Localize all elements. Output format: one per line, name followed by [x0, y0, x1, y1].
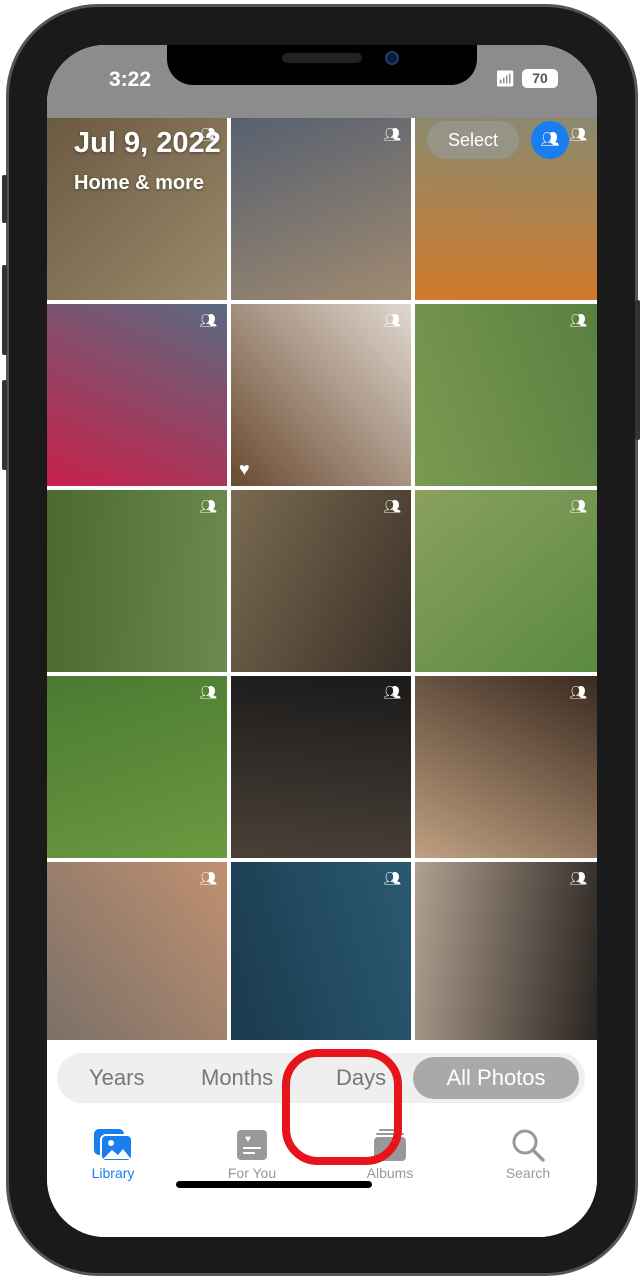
shared-people-icon: 👥︎: [383, 870, 401, 886]
camera-icon: [385, 51, 399, 65]
photo-thumbnail[interactable]: 👥︎: [231, 490, 411, 672]
shared-people-icon: 👥︎: [569, 126, 587, 142]
power-button: [635, 300, 640, 440]
notch: [167, 45, 477, 85]
volume-up-button: [2, 265, 7, 355]
photo-thumbnail[interactable]: 👥︎: [415, 676, 597, 858]
volume-down-button: [2, 380, 7, 470]
tab-search[interactable]: Search: [478, 1125, 578, 1181]
tab-label: Albums: [366, 1165, 414, 1181]
shared-people-icon: 👥︎: [199, 498, 217, 514]
tab-label: Library: [91, 1165, 135, 1181]
shared-people-icon: 👥︎: [199, 870, 217, 886]
shared-people-icon: 👥︎: [199, 684, 217, 700]
tab-label: Search: [505, 1165, 551, 1181]
segment-years[interactable]: Years: [89, 1053, 144, 1103]
home-indicator[interactable]: [176, 1181, 372, 1188]
shared-people-icon: 👥︎: [383, 498, 401, 514]
segment-all-photos[interactable]: All Photos: [413, 1057, 579, 1099]
photo-thumbnail[interactable]: 👥︎: [231, 676, 411, 858]
shared-people-icon: 👥︎: [569, 684, 587, 700]
photo-thumbnail[interactable]: 👥︎ ♥: [231, 304, 411, 486]
photo-thumbnail[interactable]: 👥︎: [415, 304, 597, 486]
date-title: Jul 9, 2022: [74, 127, 221, 159]
photo-library-icon: [63, 1125, 163, 1165]
people-icon: 👥︎: [540, 131, 560, 148]
shared-people-icon: 👥︎: [569, 870, 587, 886]
photo-thumbnail[interactable]: 👥︎: [231, 862, 411, 1044]
photo-thumbnail[interactable]: 👥︎: [47, 304, 227, 486]
photo-thumbnail[interactable]: 👥︎: [47, 676, 227, 858]
battery-icon: 70: [522, 69, 558, 88]
shared-library-button[interactable]: 👥︎: [531, 121, 569, 159]
photo-thumbnail[interactable]: 👥︎: [415, 862, 597, 1044]
shared-people-icon: 👥︎: [569, 498, 587, 514]
shared-people-icon: 👥︎: [199, 312, 217, 328]
svg-text:♥: ♥: [245, 1134, 251, 1145]
location-subtitle: Home & more: [74, 172, 205, 194]
albums-highlight-circle: [282, 1049, 402, 1165]
favorite-heart-icon: ♥: [239, 459, 250, 479]
search-icon: [478, 1125, 578, 1165]
select-button[interactable]: Select: [427, 121, 519, 159]
mute-switch: [2, 175, 7, 223]
photo-thumbnail[interactable]: 👥︎: [47, 862, 227, 1044]
tab-library[interactable]: Library: [63, 1125, 163, 1181]
tab-label: For You: [227, 1165, 277, 1181]
wifi-icon: 📶︎: [495, 71, 516, 88]
shared-people-icon: 👥︎: [383, 312, 401, 328]
shared-people-icon: 👥︎: [383, 684, 401, 700]
shared-people-icon: 👥︎: [383, 126, 401, 142]
shared-people-icon: 👥︎: [569, 312, 587, 328]
photo-thumbnail[interactable]: 👥︎: [415, 490, 597, 672]
segment-months[interactable]: Months: [201, 1053, 273, 1103]
photo-grid: 👥︎ 👥︎ 👥︎ 👥︎ 👥︎ ♥ 👥︎ 👥︎ 👥︎ 👥︎ 👥︎ 👥︎ 👥︎ 👥︎ 👥︎ 👥︎: [47, 118, 597, 1044]
photo-thumbnail[interactable]: 👥︎: [231, 118, 411, 300]
photo-thumbnail[interactable]: 👥︎: [47, 490, 227, 672]
status-time: 3:22: [109, 68, 152, 91]
